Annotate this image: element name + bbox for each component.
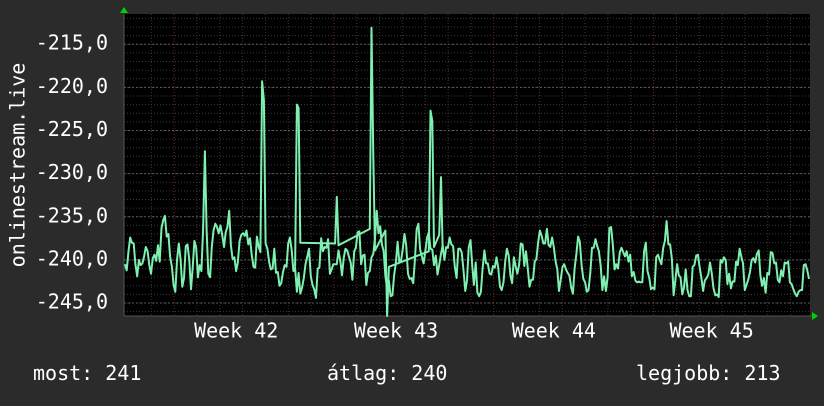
y-tick-label: -215,0: [36, 31, 108, 55]
x-tick-label: Week 45: [669, 319, 753, 343]
y-tick-label: -245,0: [36, 290, 108, 314]
y-axis-arrow-icon: [120, 7, 128, 13]
line-chart: -215,0 -220,0 -225,0 -230,0 -235,0 -240,0 -245…: [6, 7, 818, 343]
x-tick-label: Week 43: [354, 319, 438, 343]
best-value-stat: legjobb: 213: [636, 361, 781, 385]
chart-root: -215,0 -220,0 -225,0 -230,0 -235,0 -240,0 -245…: [0, 0, 824, 402]
current-value-stat: most: 241: [33, 361, 142, 385]
y-tick-labels: -215,0 -220,0 -225,0 -230,0 -235,0 -240,0 -245…: [36, 31, 108, 314]
average-value-stat: átlag: 240: [327, 361, 448, 385]
y-tick-label: -240,0: [36, 246, 108, 270]
x-tick-labels: Week 42 Week 43 Week 44 Week 45: [194, 319, 754, 343]
y-axis-label: onlinestream.live: [6, 63, 30, 268]
x-tick-label: Week 42: [194, 319, 278, 343]
x-axis-arrow-icon: [812, 312, 818, 320]
y-tick-label: -220,0: [36, 74, 108, 98]
y-tick-label: -235,0: [36, 203, 108, 227]
y-tick-label: -225,0: [36, 117, 108, 141]
x-tick-label: Week 44: [512, 319, 596, 343]
y-tick-label: -230,0: [36, 160, 108, 184]
